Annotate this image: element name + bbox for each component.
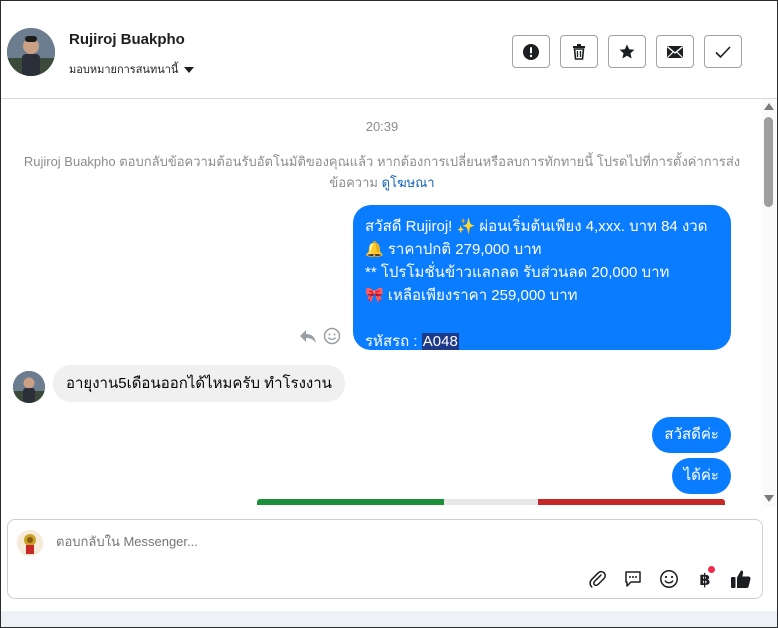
outgoing-message-bubble[interactable]: สวัสดี Rujiroj! ✨ ผ่อนเริ่มต้นเพียง 4,xx… bbox=[353, 205, 731, 350]
reply-arrow-icon[interactable] bbox=[299, 328, 317, 344]
notification-dot bbox=[708, 566, 715, 573]
mark-important-button[interactable] bbox=[512, 35, 550, 68]
scroll-down-arrow-icon[interactable] bbox=[764, 495, 774, 502]
envelope-icon bbox=[667, 45, 683, 58]
exclamation-circle-icon bbox=[523, 43, 539, 60]
assign-label: มอบหมายการสนทนานี้ bbox=[69, 64, 179, 76]
car-code-line: รหัสรถ : A048 bbox=[365, 330, 719, 353]
checkmark-icon bbox=[715, 45, 731, 58]
message-line: 🔔 ราคาปกติ 279,000 บาท bbox=[365, 241, 542, 258]
car-code-value: A048 bbox=[421, 333, 459, 350]
message-line: สวัสดี Rujiroj! ✨ ผ่อนเริ่มต้นเพียง 4,xx… bbox=[365, 218, 708, 235]
paperclip-icon bbox=[589, 570, 606, 588]
scrollbar-thumb[interactable] bbox=[764, 117, 773, 207]
star-button[interactable] bbox=[608, 35, 646, 68]
message-thread[interactable]: 20:39 Rujiroj Buakpho ตอบกลับข้อความต้อน… bbox=[1, 99, 761, 505]
smiley-icon bbox=[660, 570, 678, 588]
chevron-down-icon bbox=[184, 66, 195, 73]
contact-name: Rujiroj Buakpho bbox=[69, 31, 185, 48]
payment-button[interactable]: ฿ bbox=[694, 566, 716, 590]
star-icon bbox=[619, 44, 635, 58]
conversation-window: Rujiroj Buakpho มอบหมายการสนทนานี้ 20:39… bbox=[0, 0, 778, 628]
incoming-message-bubble[interactable]: อายุงาน5เดือนออกได้ไหมครับ ทำโรงงาน bbox=[53, 365, 345, 402]
mark-unread-button[interactable] bbox=[656, 35, 694, 68]
contact-avatar[interactable] bbox=[7, 28, 55, 76]
like-button[interactable] bbox=[730, 568, 752, 590]
scroll-up-arrow-icon[interactable] bbox=[764, 103, 774, 110]
car-code-label: รหัสรถ : bbox=[365, 333, 422, 350]
bottom-bar bbox=[1, 611, 777, 627]
thread-scrollbar[interactable] bbox=[762, 99, 776, 507]
conversation-header: Rujiroj Buakpho มอบหมายการสนทนานี้ bbox=[1, 1, 777, 99]
outgoing-message-bubble[interactable]: ได้ค่ะ bbox=[671, 458, 731, 494]
reply-composer: ฿ bbox=[7, 519, 763, 599]
message-line: 🎀 เหลือเพียงราคา 259,000 บาท bbox=[365, 287, 578, 304]
reply-input[interactable] bbox=[56, 534, 656, 549]
image-attachment-preview[interactable] bbox=[257, 499, 725, 505]
page-avatar bbox=[17, 530, 43, 556]
trash-icon bbox=[573, 43, 585, 60]
delete-button[interactable] bbox=[560, 35, 598, 68]
sender-avatar bbox=[13, 371, 45, 403]
auto-reply-notice: Rujiroj Buakpho ตอบกลับข้อความต้อนรับอัต… bbox=[11, 151, 753, 193]
react-smiley-icon[interactable] bbox=[323, 327, 341, 345]
attach-button[interactable] bbox=[586, 568, 608, 590]
emoji-button[interactable] bbox=[658, 568, 680, 590]
view-ad-link[interactable]: ดูโฆษณา bbox=[382, 175, 435, 190]
saved-replies-button[interactable] bbox=[622, 568, 644, 590]
speech-bubble-icon bbox=[625, 571, 641, 587]
message-actions bbox=[299, 327, 341, 345]
message-timestamp: 20:39 bbox=[365, 119, 399, 134]
mark-done-button[interactable] bbox=[704, 35, 742, 68]
assign-conversation-dropdown[interactable]: มอบหมายการสนทนานี้ bbox=[69, 60, 195, 78]
outgoing-message-bubble[interactable]: สวัสดีค่ะ bbox=[652, 417, 731, 453]
message-line: ** โปรโมชั่นข้าวแลกลด รับส่วนลด 20,000 บ… bbox=[365, 264, 670, 281]
thumbs-up-icon bbox=[731, 570, 751, 588]
